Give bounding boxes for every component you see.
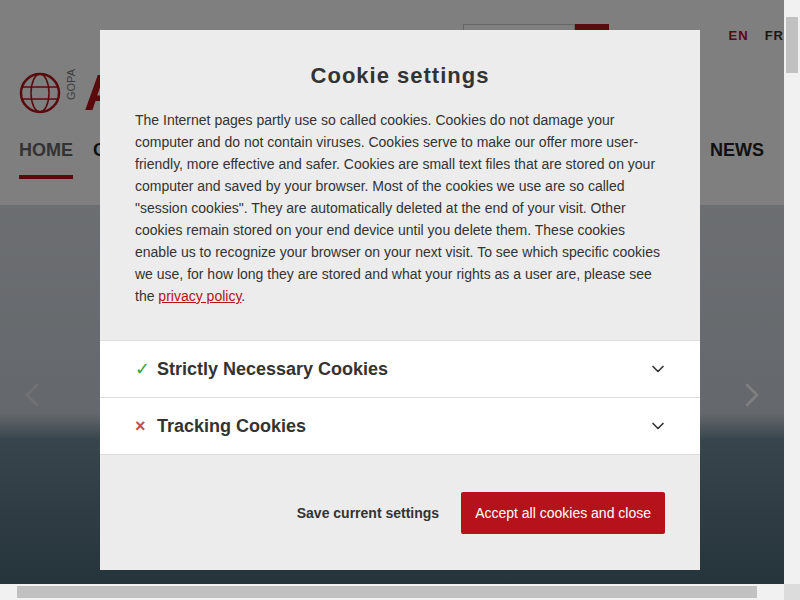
- cookie-section[interactable]: × Tracking Cookies: [100, 397, 700, 454]
- privacy-policy-link[interactable]: privacy policy: [158, 288, 241, 304]
- modal-overlay: Cookie settings The Internet pages partly…: [0, 0, 784, 584]
- viewport: ENFRGOPAAHOMECNEWSCookie settingsThe Int…: [0, 0, 784, 584]
- cookie-sections: ✓ Strictly Necessary Cookies × Tracking Coo…: [100, 340, 700, 454]
- vertical-scrollbar[interactable]: [784, 0, 800, 584]
- browser-page: ENFRGOPAAHOMECNEWSCookie settingsThe Int…: [0, 0, 800, 600]
- scrollbar-corner: [784, 584, 800, 600]
- cookie-dialog: Cookie settings The Internet pages partly…: [100, 30, 700, 570]
- cookie-section[interactable]: ✓ Strictly Necessary Cookies: [100, 340, 700, 397]
- section-label: Tracking Cookies: [157, 416, 640, 437]
- scrollbar-thumb[interactable]: [786, 17, 798, 73]
- chevron-down-icon[interactable]: [648, 359, 668, 379]
- dialog-text: The Internet pages partly use so called …: [135, 109, 665, 307]
- cross-mark: ×: [135, 416, 149, 437]
- chevron-down-icon[interactable]: [648, 416, 668, 436]
- dialog-title: Cookie settings: [100, 30, 700, 89]
- scrollbar-thumb[interactable]: [17, 586, 757, 598]
- save-button[interactable]: Save current settings: [297, 505, 439, 521]
- dialog-footer: Save current settings Accept all cookies …: [100, 454, 700, 570]
- accept-button[interactable]: Accept all cookies and close: [461, 492, 665, 534]
- section-label: Strictly Necessary Cookies: [157, 359, 640, 380]
- check-mark: ✓: [135, 358, 149, 380]
- horizontal-scrollbar[interactable]: [0, 584, 784, 600]
